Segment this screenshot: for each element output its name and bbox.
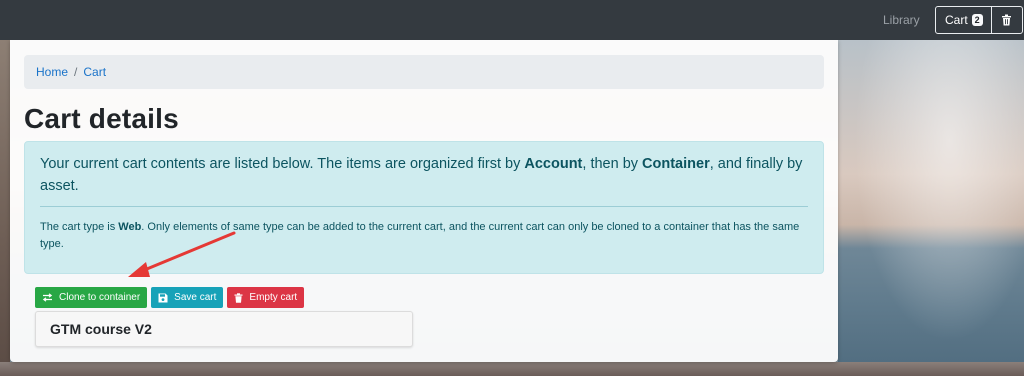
alert-sub-part2: . Only elements of same type can be adde… — [40, 221, 800, 250]
trash-icon — [234, 292, 243, 303]
empty-cart-button[interactable]: Empty cart — [227, 287, 305, 308]
alert-sub-part1: The cart type is — [40, 221, 119, 233]
breadcrumb-home-link[interactable]: Home — [36, 65, 68, 79]
nav-library-link[interactable]: Library — [883, 13, 920, 27]
breadcrumb-cart-link[interactable]: Cart — [83, 65, 106, 79]
alert-sub-text: The cart type is Web. Only elements of s… — [40, 219, 810, 253]
cart-button[interactable]: Cart 2 — [936, 7, 992, 33]
cart-info-alert: Your current cart contents are listed be… — [24, 141, 824, 274]
cart-count-badge: 2 — [971, 14, 983, 26]
save-cart-button[interactable]: Save cart — [151, 287, 224, 308]
alert-lead-part2: , then by — [582, 156, 643, 172]
background-landscape-left — [0, 40, 10, 376]
top-navbar: Library Cart 2 — [0, 0, 1024, 40]
alert-divider — [40, 206, 808, 207]
alert-lead-part1: Your current cart contents are listed be… — [40, 156, 525, 172]
exchange-arrows-icon — [42, 293, 53, 302]
cart-button-group: Cart 2 — [935, 6, 1023, 34]
background-landscape-bottom — [0, 362, 1024, 376]
alert-lead-container: Container — [642, 156, 710, 172]
alert-lead-text: Your current cart contents are listed be… — [40, 153, 810, 197]
trash-icon — [1002, 14, 1012, 26]
empty-button-label: Empty cart — [249, 292, 298, 303]
cart-actions: Clone to container Save cart Empty cart — [35, 287, 305, 308]
save-button-label: Save cart — [174, 292, 217, 303]
navbar-empty-cart-button[interactable] — [992, 7, 1022, 33]
floppy-disk-icon — [158, 293, 168, 302]
alert-lead-account: Account — [524, 156, 583, 172]
cart-item-card[interactable]: GTM course V2 — [35, 311, 413, 347]
breadcrumb: Home / Cart — [24, 55, 824, 89]
clone-button-label: Clone to container — [59, 292, 141, 303]
breadcrumb-separator: / — [74, 65, 78, 79]
page-title: Cart details — [24, 103, 179, 134]
alert-sub-type: Web — [118, 221, 142, 233]
cart-button-label: Cart — [945, 13, 968, 27]
clone-to-container-button[interactable]: Clone to container — [35, 287, 148, 308]
cart-item-title: GTM course V2 — [50, 321, 152, 337]
background-landscape — [838, 40, 1024, 376]
main-content-card: Home / Cart Cart details Your current ca… — [10, 40, 838, 362]
